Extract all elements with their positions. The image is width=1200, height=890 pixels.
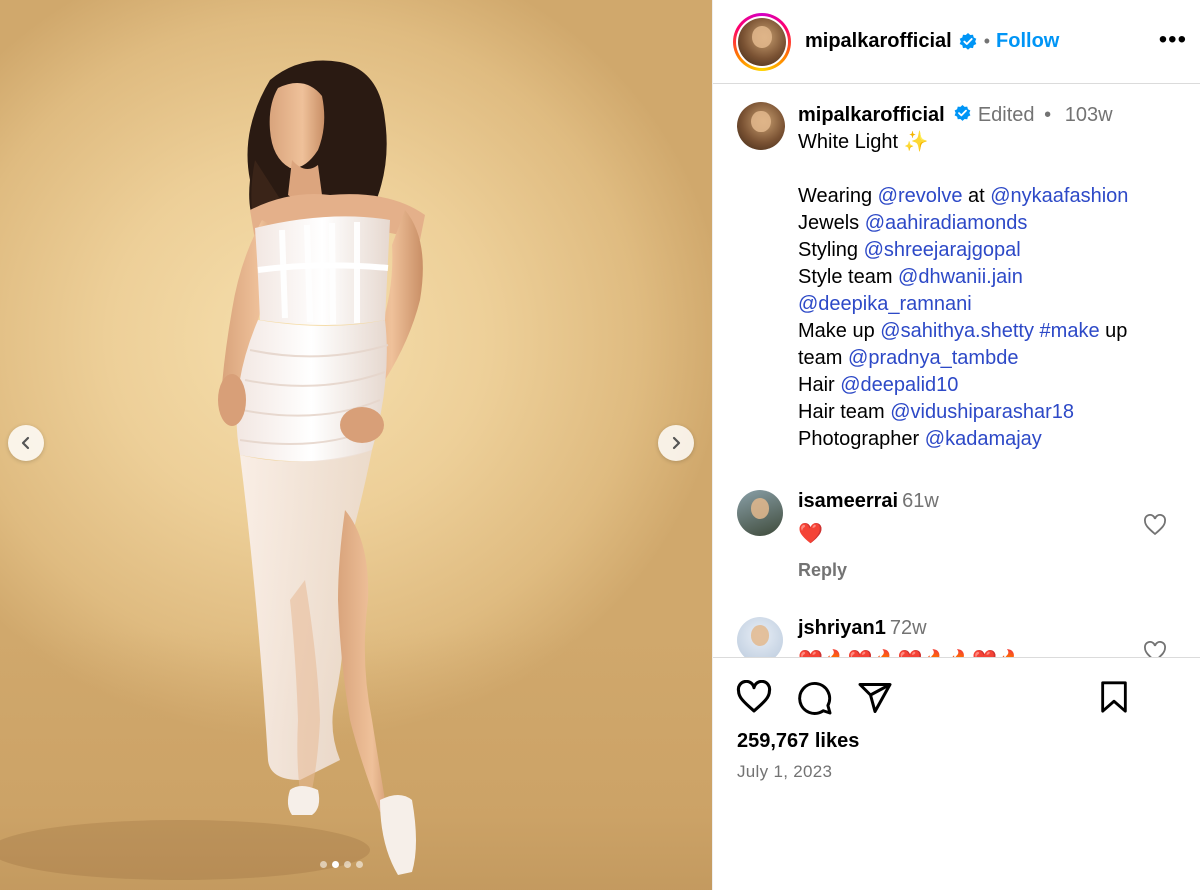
like-heart-icon[interactable] (735, 680, 773, 714)
mention-link[interactable]: @aahiradiamonds (865, 212, 1028, 234)
caption-text: team (798, 347, 849, 369)
caption-line: Wearing @revolve at @nykaafashion (798, 183, 1177, 210)
more-options-icon[interactable]: ••• (1159, 28, 1187, 52)
caption-username[interactable]: mipalkarofficial (798, 104, 945, 126)
caption-text: Style team (798, 266, 899, 288)
avatar[interactable] (738, 17, 786, 66)
comment-avatar[interactable] (737, 490, 783, 536)
post-photo (0, 60, 425, 880)
cast-shadow (0, 820, 370, 880)
mention-link[interactable]: @kadamajay (925, 428, 1042, 450)
caption-text: Styling (798, 239, 864, 261)
caption-line: Photographer @kadamajay (798, 426, 1177, 453)
comment-bubble-icon[interactable] (797, 680, 833, 716)
caption-text: Jewels (798, 212, 865, 234)
caption-credits: Wearing @revolve at @nykaafashion Jewels … (798, 183, 1177, 453)
follow-button[interactable]: Follow (996, 30, 1059, 53)
caption: mipalkarofficial Edited • 103w White Lig… (737, 102, 1177, 453)
caption-avatar[interactable] (737, 102, 785, 150)
carousel-dot (320, 861, 327, 868)
comment: isameerrai 61w ❤️ Reply (737, 490, 1177, 581)
comment-username[interactable]: jshriyan1 (798, 617, 886, 639)
mention-link[interactable]: @pradnya_tambde (848, 347, 1018, 369)
carousel-dot (332, 861, 339, 868)
verified-badge-icon (959, 32, 977, 50)
carousel-prev-button[interactable] (8, 425, 44, 461)
chevron-right-icon (672, 436, 681, 450)
comment: jshriyan172w ❤️🔥❤️🔥❤️🔥🔥❤️🔥 (737, 617, 1177, 657)
comment-like-icon[interactable] (1143, 514, 1167, 536)
caption-text: Hair team (798, 401, 891, 423)
reply-button[interactable]: Reply (798, 560, 939, 581)
caption-line: Hair @deepalid10 (798, 372, 1177, 399)
chevron-left-icon (21, 436, 30, 450)
comment-avatar[interactable] (737, 617, 783, 657)
post-age[interactable]: 103w (1065, 104, 1113, 126)
comment-text: ❤️🔥❤️🔥❤️🔥🔥❤️🔥 (798, 648, 1022, 657)
likes-count[interactable]: 259,767 likes (737, 730, 859, 753)
caption-text: Wearing (798, 185, 878, 207)
comment-age: 72w (889, 617, 927, 639)
post-date[interactable]: July 1, 2023 (737, 762, 832, 782)
caption-text: Make up (798, 320, 881, 342)
caption-line: Jewels @aahiradiamonds (798, 210, 1177, 237)
mention-link[interactable]: @dhwanii.jain (898, 266, 1023, 288)
save-bookmark-icon[interactable] (1099, 680, 1129, 714)
shoe-left (287, 786, 320, 815)
caption-line: Make up @sahithya.shetty #make up (798, 318, 1177, 345)
mention-link[interactable]: @revolve (878, 185, 963, 207)
comments-scroll-area[interactable]: mipalkarofficial Edited • 103w White Lig… (713, 85, 1200, 657)
mention-link[interactable]: @sahithya.shetty (880, 320, 1034, 342)
post-side-panel: mipalkarofficial • Follow ••• mipalkarof… (712, 0, 1200, 890)
carousel-dot (344, 861, 351, 868)
caption-separator: • (1044, 104, 1052, 126)
caption-line: team @pradnya_tambde (798, 345, 1177, 372)
share-send-icon[interactable] (857, 680, 893, 716)
carousel-next-button[interactable] (658, 425, 694, 461)
mention-link[interactable]: @deepika_ramnani (798, 293, 972, 315)
comment-age: 61w (902, 490, 939, 512)
caption-text: up (1099, 320, 1128, 342)
carousel-dot (356, 861, 363, 868)
header-username[interactable]: mipalkarofficial (805, 30, 952, 53)
caption-text: Hair (798, 374, 841, 396)
comment-like-icon[interactable] (1143, 641, 1167, 657)
verified-badge-icon (954, 105, 971, 122)
post-header: mipalkarofficial • Follow ••• (713, 0, 1200, 84)
story-ring[interactable] (733, 12, 791, 71)
comment-text: ❤️ (798, 523, 823, 545)
caption-text: at (962, 185, 991, 207)
caption-line: @deepika_ramnani (798, 291, 1177, 318)
comment-username[interactable]: isameerrai (798, 490, 898, 512)
carousel-indicator (320, 861, 363, 868)
caption-text: Photographer (798, 428, 925, 450)
post-media[interactable] (0, 0, 712, 890)
leg-right (338, 510, 395, 812)
mention-link[interactable]: @nykaafashion (990, 185, 1128, 207)
caption-line: Styling @shreejarajgopal (798, 237, 1177, 264)
edited-label: Edited (977, 104, 1035, 126)
shoe-right (380, 795, 416, 875)
mention-link[interactable]: @deepalid10 (840, 374, 958, 396)
caption-line: Style team @dhwanii.jain (798, 264, 1177, 291)
caption-title: White Light ✨ (798, 131, 929, 153)
mention-link[interactable]: @shreejarajgopal (864, 239, 1021, 261)
mention-link[interactable]: @vidushiparashar18 (890, 401, 1074, 423)
hashtag-link[interactable]: #make (1040, 320, 1100, 342)
post-actions: 259,767 likes July 1, 2023 (713, 657, 1200, 890)
header-separator: • (983, 31, 991, 51)
caption-line: Hair team @vidushiparashar18 (798, 399, 1177, 426)
